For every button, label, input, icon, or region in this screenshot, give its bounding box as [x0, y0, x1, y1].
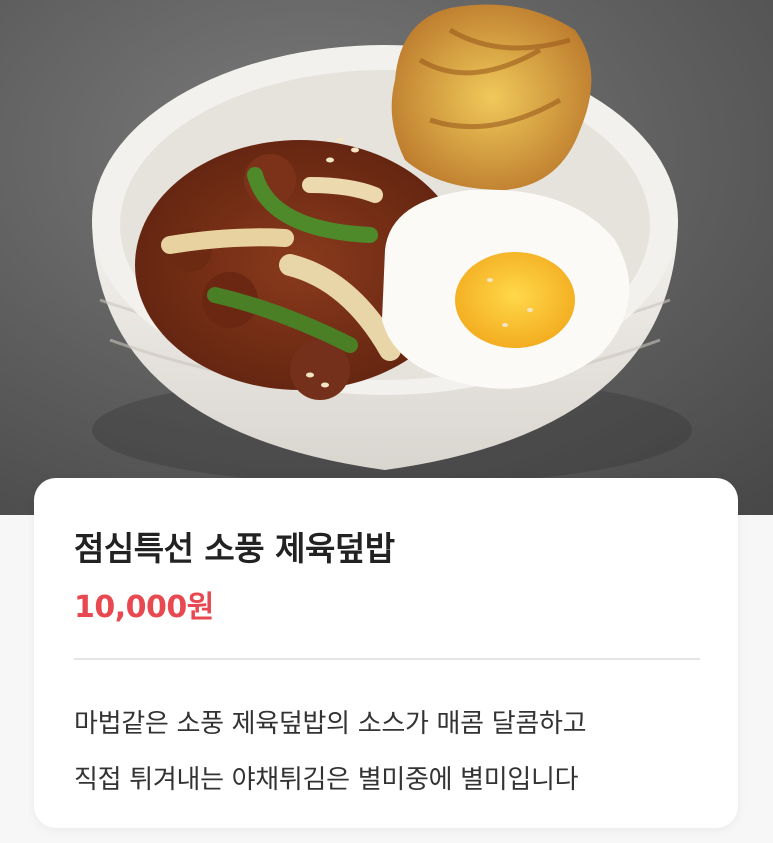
menu-info-card: 점심특선 소풍 제육덮밥 10,000원 마법같은 소풍 제육덮밥의 소스가 매…: [34, 478, 738, 828]
menu-photo: [0, 0, 773, 515]
menu-price: 10,000원: [74, 590, 214, 625]
divider: [74, 658, 700, 660]
menu-title: 점심특선 소풍 제육덮밥: [74, 529, 395, 568]
menu-description-line: 마법같은 소풍 제육덮밥의 소스가 매콤 달콤하고: [74, 709, 587, 739]
menu-description: 마법같은 소풍 제육덮밥의 소스가 매콤 달콤하고 직접 튀겨내는 야채튀김은 …: [74, 696, 714, 808]
menu-description-line: 직접 튀겨내는 야채튀김은 별미중에 별미입니다: [74, 765, 579, 795]
